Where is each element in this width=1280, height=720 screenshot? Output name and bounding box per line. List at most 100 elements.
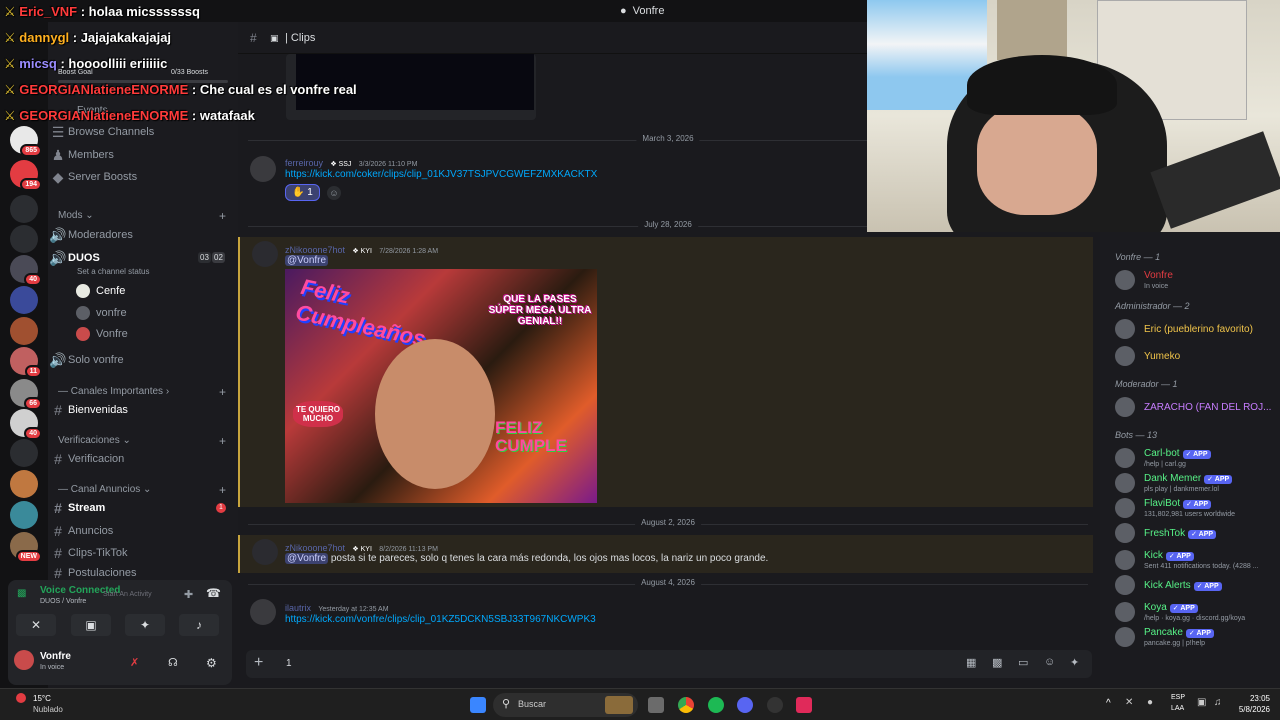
avatar[interactable] [250, 599, 276, 625]
member-row[interactable]: Dank Memer ✓ APP pls play | dankmemer.lol [1115, 471, 1275, 497]
message-author[interactable]: ferreirouy [285, 158, 323, 168]
clock-time[interactable]: 23:05 [1230, 694, 1270, 703]
member-row[interactable]: Vonfre In voice [1115, 268, 1275, 294]
member-row[interactable]: Pancake ✓ APP pancake.gg | p!help [1115, 625, 1275, 651]
sticker-icon[interactable]: ▭ [1018, 656, 1028, 669]
server-icon[interactable] [10, 470, 38, 498]
avatar[interactable] [250, 156, 276, 182]
avatar[interactable] [252, 241, 278, 267]
search-box[interactable]: ⚲ Buscar [493, 693, 638, 717]
tray-network-off-icon[interactable]: ✕ [1125, 697, 1133, 708]
add-channel-icon[interactable]: + [219, 434, 226, 448]
gear-icon[interactable]: ⚙ [206, 656, 217, 670]
channel-clips-tiktok[interactable]: # Clips-TikTok [48, 543, 238, 563]
avatar[interactable] [14, 650, 34, 670]
user-mention[interactable]: @Vonfre [285, 255, 329, 266]
disconnect-icon[interactable]: ☎ [206, 586, 221, 600]
server-icon[interactable] [10, 225, 38, 253]
channel-verificacion[interactable]: # Verificacion [48, 449, 238, 469]
soundboard-icon[interactable]: ♪ [179, 614, 219, 636]
emoji-icon[interactable]: ☺ [1044, 656, 1055, 668]
member-row[interactable]: Carl-bot ✓ APP/help | carl.gg [1115, 446, 1275, 472]
weather-temp[interactable]: 15°C [33, 694, 51, 703]
category-importantes[interactable]: — Canales Importantes › [58, 386, 169, 397]
noise-suppression-icon[interactable]: ✚ [184, 588, 193, 601]
attach-plus-icon[interactable]: + [254, 654, 263, 672]
server-icon[interactable] [10, 286, 38, 314]
member-row[interactable]: Koya ✓ APP/help · koya.gg · discord.gg/ko… [1115, 600, 1275, 626]
gift-icon[interactable]: ▦ [966, 656, 976, 669]
category-verificaciones[interactable]: Verificaciones ⌄ [58, 435, 131, 446]
message-input[interactable]: 1 [286, 658, 292, 669]
lang-primary[interactable]: ESP [1171, 694, 1185, 701]
gif-icon[interactable]: ▩ [992, 656, 1002, 669]
camera-off-icon[interactable]: ✕ [16, 614, 56, 636]
channel-moderadores[interactable]: 🔊 Moderadores [48, 225, 238, 245]
category-mods[interactable]: Mods ⌄ [58, 210, 94, 221]
windows-start-icon[interactable] [470, 697, 486, 713]
tray-chevron-icon[interactable]: ^ [1106, 698, 1111, 709]
server-boosts-link[interactable]: ◆ Server Boosts [48, 167, 238, 187]
add-reaction-icon[interactable]: ☺ [327, 186, 341, 200]
spotify-icon[interactable] [708, 697, 724, 713]
member-row[interactable]: Kick ✓ APP Sent 411 notifications today. (… [1115, 548, 1275, 574]
server-icon[interactable] [10, 317, 38, 345]
member-row[interactable]: ZARACHO (FAN DEL ROJ... [1115, 395, 1275, 421]
channel-bienvenidas[interactable]: # Bienvenidas [48, 400, 238, 420]
app-tag: ✓ APP [1188, 530, 1217, 539]
mute-icon[interactable]: ✗ [130, 656, 139, 669]
birthday-image[interactable]: Feliz Cumpleaños QUE LA PASES SÚPER MEGA… [285, 269, 597, 503]
server-icon[interactable]: 194 [10, 160, 42, 191]
member-row[interactable]: Yumeko [1115, 344, 1275, 370]
member-row[interactable]: FlaviBot ✓ APP 131,802,981 users worldwide [1115, 496, 1275, 522]
duos-status[interactable]: Set a channel status [77, 267, 150, 276]
headphones-icon[interactable]: ☊ [168, 656, 178, 669]
server-icon[interactable] [10, 439, 38, 467]
message-author[interactable]: zNikooone7hot [285, 543, 345, 553]
voice-location[interactable]: DUOS / Vonfre [40, 598, 86, 605]
tiktok-icon[interactable] [796, 697, 812, 713]
tray-volume-icon[interactable]: ♫ [1214, 697, 1222, 708]
activities-icon[interactable]: ✦ [125, 614, 165, 636]
server-icon[interactable]: 40 [10, 409, 42, 440]
taskview-icon[interactable] [648, 697, 664, 713]
message-link[interactable]: https://kick.com/coker/clips/clip_01KJV3… [285, 169, 597, 180]
server-icon[interactable]: 66 [10, 379, 42, 410]
server-icon[interactable] [10, 501, 38, 529]
channel-solo-vonfre[interactable]: 🔊 Solo vonfre [48, 350, 238, 370]
add-channel-icon[interactable]: + [219, 209, 226, 223]
chrome-icon[interactable] [678, 697, 694, 713]
avatar[interactable] [252, 539, 278, 565]
server-icon[interactable]: NEW [10, 532, 42, 563]
members-link[interactable]: ♟ Members [48, 145, 238, 165]
duos-count-b: 02 [212, 252, 225, 263]
channel-postulaciones[interactable]: # Postulaciones [48, 566, 238, 580]
tray-display-icon[interactable]: ▣ [1197, 697, 1206, 708]
server-icon[interactable] [10, 195, 38, 223]
category-anuncios[interactable]: — Canal Anuncios ⌄ [58, 484, 151, 495]
overlay-chat-text: watafaak [199, 108, 255, 123]
discord-icon[interactable] [737, 697, 753, 713]
add-channel-icon[interactable]: + [219, 385, 226, 399]
server-icon[interactable]: 40 [10, 255, 42, 286]
channel-stream[interactable]: # Stream [48, 498, 238, 518]
add-channel-icon[interactable]: + [219, 483, 226, 497]
member-row[interactable]: FreshTok ✓ APP [1115, 521, 1275, 547]
mention-badge: 11 [24, 365, 42, 378]
channel-anuncios[interactable]: # Anuncios [48, 521, 238, 541]
image-caption: TE QUIERO MUCHO [293, 401, 343, 427]
reaction[interactable]: ✋ 1 [285, 184, 320, 201]
message-author[interactable]: ilautrix [285, 603, 311, 613]
member-row[interactable]: Eric (pueblerino favorito) [1115, 317, 1275, 343]
obs-icon[interactable] [767, 697, 783, 713]
member-row[interactable]: Kick Alerts ✓ APP [1115, 573, 1275, 599]
message-author[interactable]: zNikooone7hot [285, 245, 345, 255]
server-icon[interactable]: 865 [10, 126, 42, 157]
screen-share-icon[interactable]: ▣ [71, 614, 111, 636]
apps-icon[interactable]: ✦ [1070, 656, 1079, 669]
people-icon: ♟ [51, 146, 65, 163]
message-link[interactable]: https://kick.com/vonfre/clips/clip_01KZ5… [285, 614, 596, 625]
user-mention[interactable]: @Vonfre [285, 553, 329, 564]
tray-mic-icon[interactable]: ● [1147, 697, 1153, 708]
server-icon[interactable]: 11 [10, 347, 42, 378]
